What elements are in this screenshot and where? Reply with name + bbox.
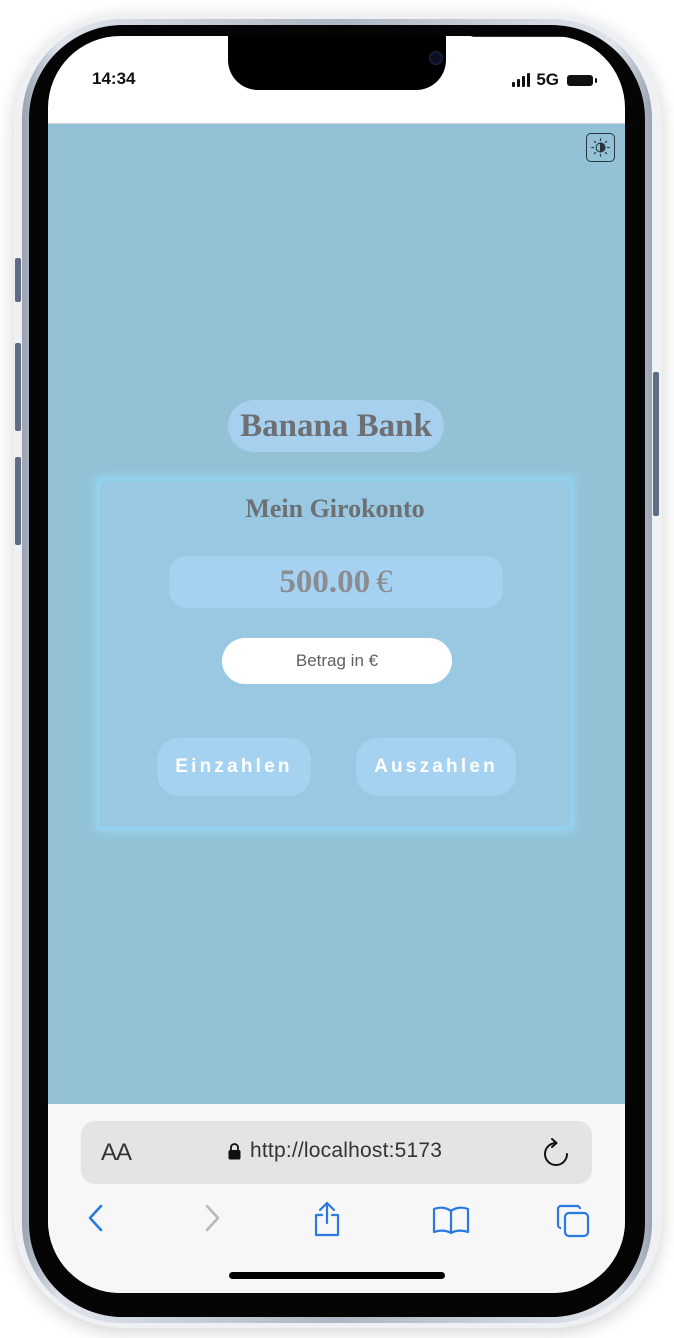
share-button[interactable] — [312, 1200, 342, 1243]
front-camera — [429, 51, 443, 65]
url-display[interactable]: http://localhost:5173 — [228, 1139, 442, 1163]
forward-button[interactable] — [200, 1203, 222, 1238]
reload-icon — [544, 1138, 568, 1166]
deposit-button[interactable]: Einzahlen — [157, 738, 311, 796]
browser-toolbar: AA http://localhost:5173 — [48, 1104, 625, 1293]
back-icon — [88, 1204, 103, 1232]
balance-display: 500.00 € — [169, 556, 503, 608]
power-button — [653, 372, 659, 516]
notch — [228, 36, 567, 90]
network-type: 5G — [536, 70, 559, 89]
balance-amount: 500.00 — [279, 563, 371, 600]
amount-input[interactable] — [222, 638, 452, 684]
tabs-icon — [556, 1204, 590, 1238]
volume-down-button — [15, 457, 21, 545]
web-content: Banana Bank Mein Girokonto 500.00 € Einz… — [48, 123, 625, 1105]
text-size-button[interactable]: AA — [101, 1139, 132, 1167]
status-time: 14:34 — [92, 69, 136, 88]
bookmarks-button[interactable] — [432, 1205, 470, 1240]
reload-button[interactable] — [542, 1138, 570, 1173]
text-size-label: AA — [101, 1139, 132, 1166]
sun-icon — [591, 138, 610, 157]
bank-title: Banana Bank — [228, 400, 444, 452]
battery-icon — [567, 74, 597, 86]
phone-screen: 14:34 5G Banana Bank Mein Girokonto 500.… — [48, 36, 625, 1293]
lock-icon — [228, 1142, 241, 1159]
home-indicator — [229, 1272, 445, 1279]
speaker-grille — [469, 36, 567, 37]
account-card: Mein Girokonto 500.00 € Einzahlen Auszah… — [98, 479, 572, 829]
url-text: http://localhost:5173 — [250, 1139, 443, 1162]
account-title: Mein Girokonto — [245, 494, 425, 523]
forward-icon — [205, 1204, 220, 1232]
mute-switch — [15, 258, 21, 302]
address-bar[interactable]: AA http://localhost:5173 — [81, 1121, 592, 1184]
back-button[interactable] — [86, 1203, 108, 1238]
theme-toggle-button[interactable] — [586, 133, 615, 162]
share-icon — [314, 1201, 340, 1237]
withdraw-button[interactable]: Auszahlen — [356, 738, 516, 796]
signal-icon — [512, 73, 531, 87]
tabs-button[interactable] — [556, 1204, 590, 1243]
status-indicators: 5G — [512, 70, 597, 90]
bookmarks-icon — [432, 1206, 470, 1235]
balance-currency: € — [376, 563, 393, 600]
volume-up-button — [15, 343, 21, 431]
